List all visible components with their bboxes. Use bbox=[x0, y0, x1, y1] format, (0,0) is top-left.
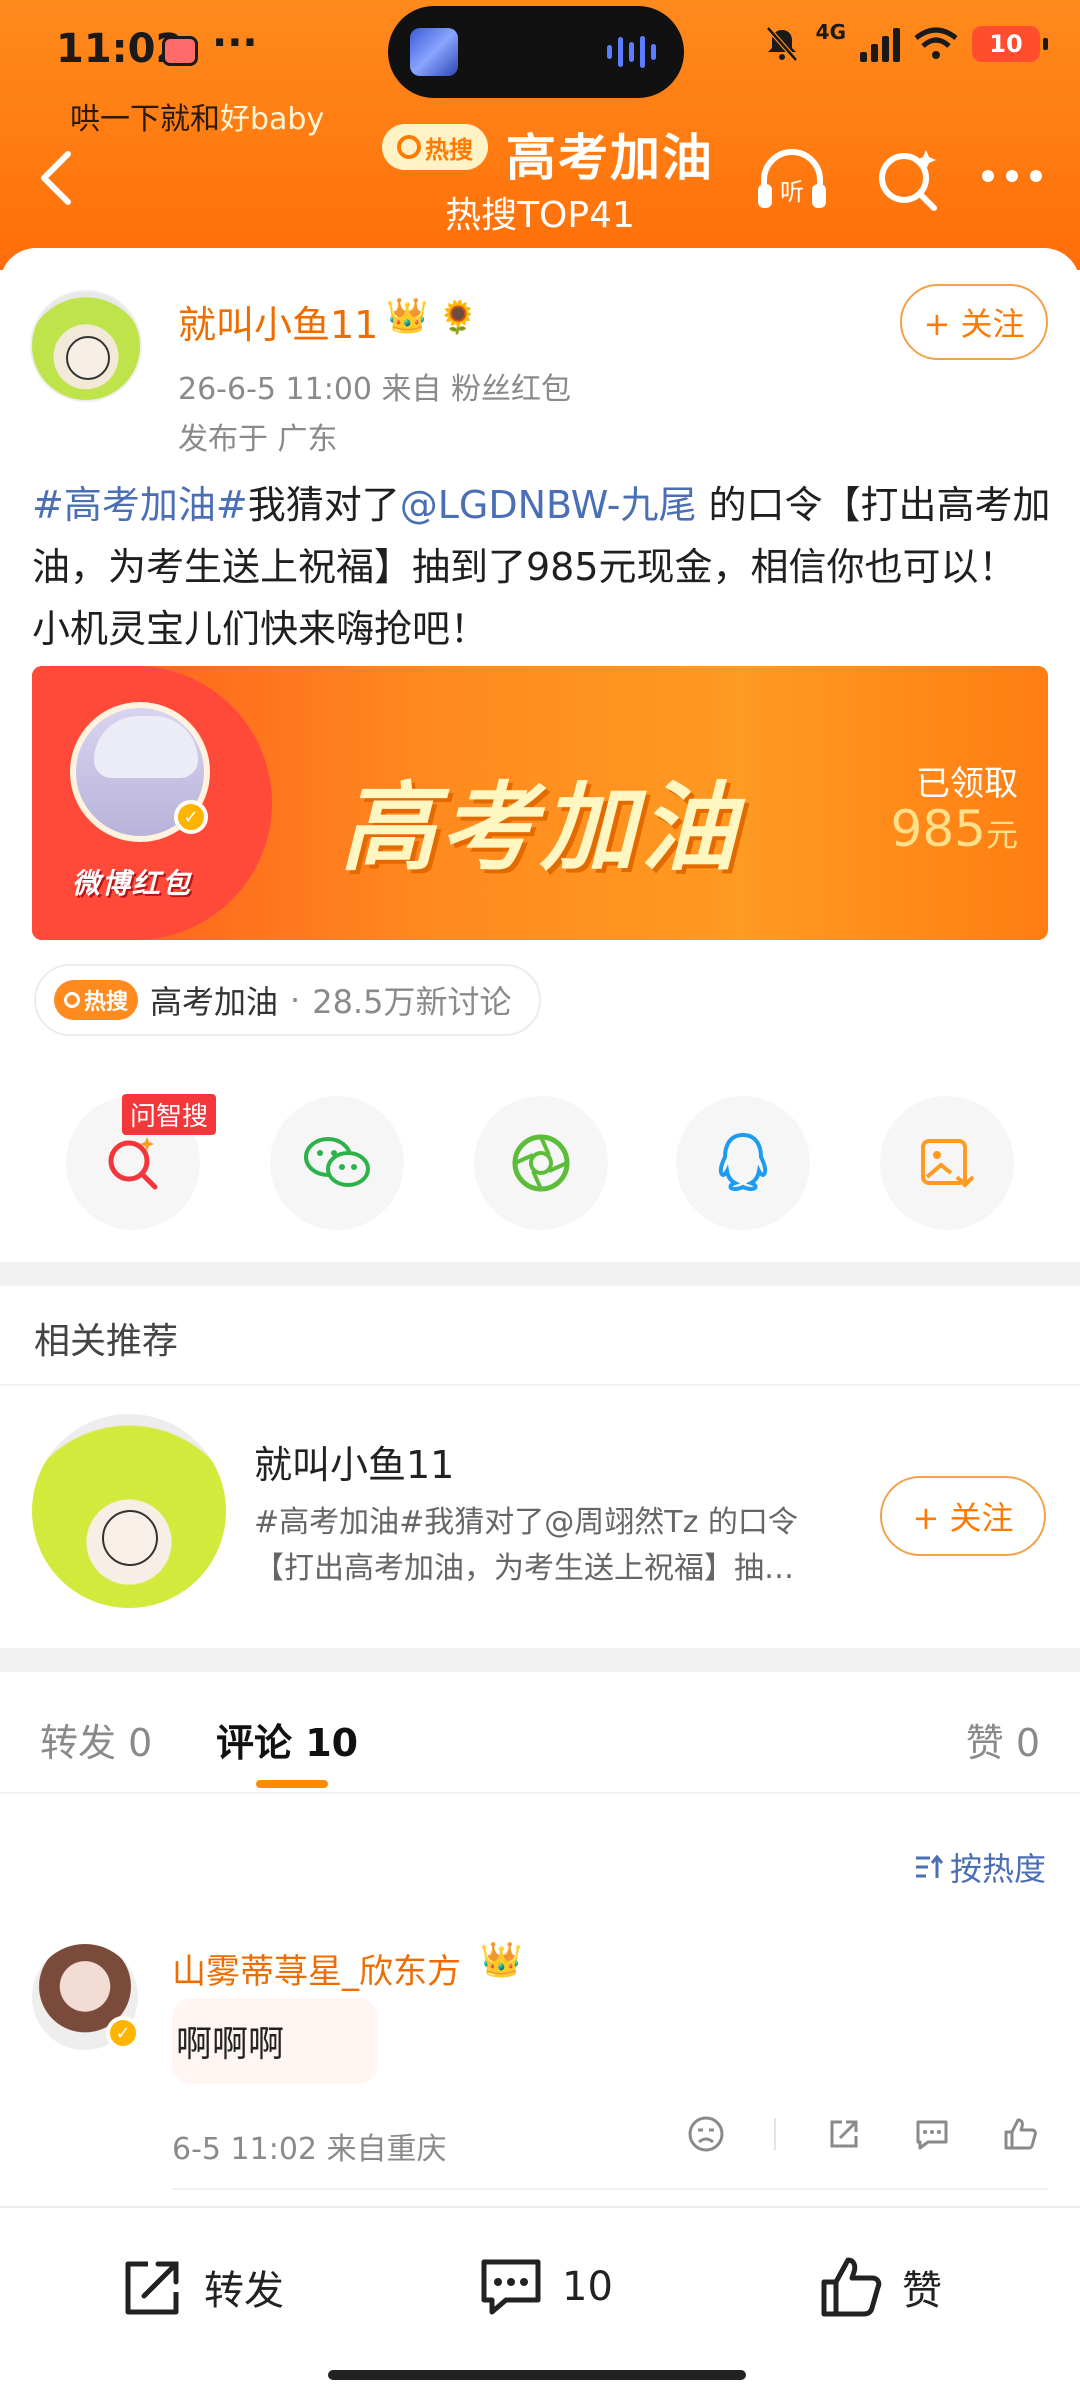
crown-icon: 👑 bbox=[386, 296, 429, 336]
wechat-icon bbox=[304, 1137, 370, 1187]
follow-button[interactable]: + 关注 bbox=[900, 284, 1048, 360]
dislike-face-icon[interactable] bbox=[686, 2114, 726, 2154]
home-indicator[interactable] bbox=[328, 2370, 746, 2380]
recommend-title: 相关推荐 bbox=[34, 1321, 179, 1362]
wifi-icon bbox=[914, 27, 958, 59]
bell-off-icon bbox=[765, 26, 798, 62]
share-wechat-button[interactable] bbox=[270, 1096, 404, 1230]
claimed-amount-value: 985 bbox=[890, 800, 986, 858]
comment-meta: 6-5 11:02 来自重庆 bbox=[172, 2132, 447, 2167]
sort-button[interactable]: 按热度 bbox=[914, 1844, 1046, 1890]
claimed-amount: 985元 bbox=[891, 800, 1018, 858]
sunflower-icon: 🌻 bbox=[438, 298, 478, 336]
topic-hot-badge: 热搜 bbox=[54, 980, 139, 1020]
topic-discussion-count: 28.5万新讨论 bbox=[312, 983, 512, 1021]
comment-icon bbox=[481, 2259, 541, 2315]
listen-icon[interactable]: 听 bbox=[752, 140, 832, 220]
interaction-tabs: 转发 0 评论 10 赞 0 bbox=[0, 1672, 1080, 1794]
action-separator bbox=[774, 2118, 776, 2150]
save-image-button[interactable] bbox=[880, 1096, 1014, 1230]
repost-label: 转发 bbox=[204, 2268, 284, 2314]
header: 11:02 ··· 4G 10 哄一下就和好baby 热搜 高考加油 热搜TOP… bbox=[0, 0, 1080, 270]
battery-indicator: 10 bbox=[972, 26, 1048, 62]
like-button[interactable]: 赞 bbox=[816, 2252, 942, 2322]
hot-search-badge: 热搜 bbox=[382, 124, 488, 170]
red-packet-banner[interactable]: ✓ 微博红包 高考加油 已领取 985元 bbox=[32, 666, 1048, 940]
banner-avatar: ✓ bbox=[70, 702, 210, 842]
recommend-avatar[interactable] bbox=[32, 1414, 226, 1608]
post-time-source: 26-6-5 11:00 来自 粉丝红包 bbox=[178, 372, 572, 407]
section-divider bbox=[0, 1648, 1080, 1672]
share-qq-button[interactable] bbox=[676, 1096, 810, 1230]
topic-chip[interactable]: 热搜 高考加油 · 28.5万新讨论 bbox=[34, 964, 542, 1036]
topic-separator: · bbox=[290, 981, 301, 1019]
comment-reply-icon[interactable] bbox=[912, 2114, 952, 2154]
verified-badge-icon: ✓ bbox=[106, 2016, 140, 2050]
now-playing-prefix: 哄一下就和 bbox=[70, 102, 220, 137]
repost-button[interactable]: 转发 bbox=[118, 2252, 284, 2322]
mention-link[interactable]: @LGDNBW-九尾 bbox=[400, 483, 697, 527]
crown-icon: 👑 bbox=[480, 1940, 523, 1980]
search-mini-icon bbox=[397, 135, 421, 159]
recommend-follow-button[interactable]: + 关注 bbox=[880, 1476, 1046, 1556]
status-icons: 4G 10 bbox=[762, 20, 1048, 64]
repost-icon bbox=[125, 2261, 179, 2315]
like-icon bbox=[821, 2257, 882, 2317]
comment-button[interactable]: 10 bbox=[476, 2252, 613, 2322]
hot-search-label: 热搜 bbox=[425, 135, 473, 164]
claimed-currency: 元 bbox=[985, 816, 1018, 854]
post-location: 发布于 广东 bbox=[178, 422, 338, 457]
comment-text: 啊啊啊 bbox=[172, 1998, 378, 2084]
verified-badge-icon: ✓ bbox=[174, 800, 208, 834]
claimed-label: 已领取 bbox=[916, 764, 1018, 804]
dynamic-island[interactable] bbox=[388, 6, 684, 98]
sort-label: 按热度 bbox=[949, 1850, 1046, 1888]
network-label: 4G bbox=[815, 20, 846, 44]
ai-search-tag: 问智搜 bbox=[122, 1094, 217, 1135]
weibo-red-packet-logo: 微博红包 bbox=[72, 867, 193, 900]
now-playing-text[interactable]: 哄一下就和好baby bbox=[70, 94, 324, 138]
audio-wave-icon bbox=[607, 36, 656, 68]
active-tab-indicator bbox=[256, 1780, 328, 1788]
listen-label: 听 bbox=[780, 178, 804, 206]
signal-icon bbox=[860, 26, 900, 62]
author-avatar[interactable] bbox=[30, 290, 142, 402]
like-label: 赞 bbox=[902, 2268, 942, 2314]
more-icon[interactable] bbox=[972, 140, 1052, 220]
commenter-name[interactable]: 山雾蒂荨星_欣东方 bbox=[172, 1944, 461, 1993]
hashtag-link[interactable]: #高考加油# bbox=[32, 483, 248, 527]
page-title: 高考加油 bbox=[506, 129, 714, 187]
ai-search-icon bbox=[108, 1137, 158, 1190]
banner-slogan: 高考加油 bbox=[340, 772, 740, 884]
commenter-avatar[interactable]: ✓ bbox=[32, 1944, 140, 2050]
tab-comment[interactable]: 评论 10 bbox=[216, 1712, 358, 1767]
now-playing-thumbnail bbox=[410, 28, 458, 76]
topic-hot-label: 热搜 bbox=[84, 990, 129, 1015]
recommend-desc[interactable]: #高考加油#我猜对了@周翊然Tz 的口令【打出高考加油，为考生送上祝福】抽… bbox=[254, 1500, 850, 1592]
comment-divider bbox=[172, 2188, 1048, 2190]
qq-icon bbox=[718, 1132, 768, 1192]
share-moments-button[interactable] bbox=[474, 1096, 608, 1230]
comment-actions bbox=[686, 2114, 1040, 2154]
comment-share-icon[interactable] bbox=[824, 2114, 864, 2154]
moments-icon bbox=[512, 1134, 570, 1192]
save-image-icon bbox=[921, 1139, 975, 1188]
post-text-mid: 我猜对了 bbox=[247, 483, 400, 527]
now-playing-highlight: 好baby bbox=[220, 102, 325, 137]
tab-repost[interactable]: 转发 0 bbox=[40, 1712, 152, 1767]
post-body: #高考加油#我猜对了@LGDNBW-九尾 的口令【打出高考加油，为考生送上祝福】… bbox=[32, 474, 1052, 660]
recommend-name[interactable]: 就叫小鱼11 bbox=[254, 1434, 454, 1489]
search-icon[interactable] bbox=[868, 140, 948, 220]
author-name[interactable]: 就叫小鱼11 bbox=[178, 294, 378, 349]
comment-count: 10 bbox=[562, 2264, 613, 2310]
tab-like[interactable]: 赞 0 bbox=[966, 1712, 1040, 1767]
sort-icon bbox=[915, 1854, 944, 1878]
comment-like-icon[interactable] bbox=[1000, 2114, 1040, 2154]
app-notification-icon bbox=[162, 36, 198, 66]
status-dots: ··· bbox=[212, 20, 258, 66]
recommend-divider bbox=[0, 1384, 1080, 1386]
topic-name: 高考加油 bbox=[150, 983, 279, 1021]
search-mini-icon bbox=[64, 992, 80, 1008]
section-divider bbox=[0, 1262, 1080, 1286]
